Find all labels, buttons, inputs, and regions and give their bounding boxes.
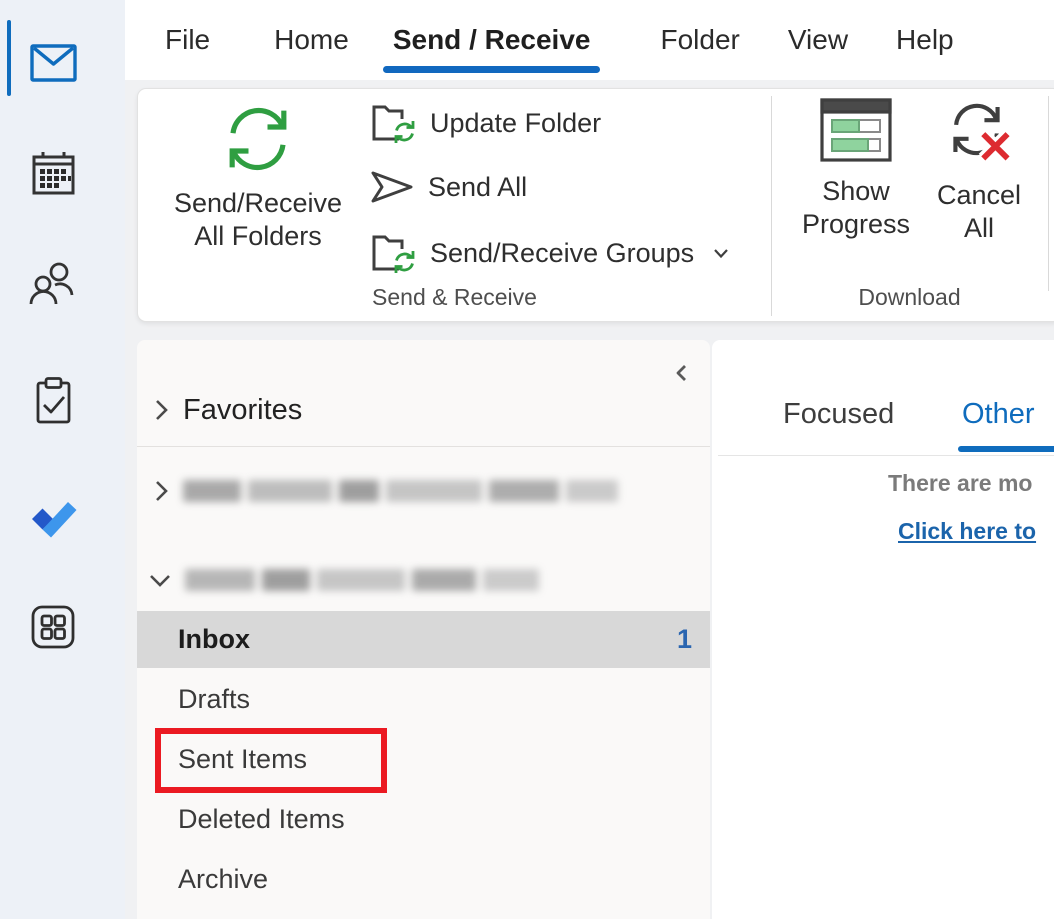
chevron-right-icon bbox=[151, 478, 171, 504]
mail-module-button[interactable] bbox=[28, 38, 78, 88]
folder-label: Sent Items bbox=[178, 744, 307, 775]
sync-arrows-green-icon bbox=[156, 99, 360, 179]
send-receive-groups-button[interactable]: Send/Receive Groups bbox=[368, 227, 730, 279]
progress-window-icon bbox=[776, 97, 936, 163]
button-label: Send/Receive Groups bbox=[430, 238, 694, 269]
group-label-send-receive: Send & Receive bbox=[138, 284, 771, 311]
tab-view[interactable]: View bbox=[788, 24, 848, 56]
people-icon bbox=[28, 258, 78, 308]
tab-other[interactable]: Other bbox=[962, 398, 1035, 431]
button-label: Update Folder bbox=[430, 108, 601, 139]
ribbon-group-divider bbox=[771, 96, 772, 316]
update-folder-button[interactable]: Update Folder bbox=[368, 97, 601, 149]
tab-help-label: Help bbox=[896, 24, 954, 55]
todo-module-button[interactable] bbox=[28, 488, 78, 538]
folder-item-drafts[interactable]: Drafts bbox=[137, 671, 710, 728]
sync-cancel-icon bbox=[916, 97, 1042, 167]
account-row-2[interactable] bbox=[137, 556, 710, 604]
folder-sync-icon bbox=[368, 99, 418, 147]
group-label-download: Download bbox=[771, 284, 1048, 311]
chevron-right-icon bbox=[151, 397, 171, 423]
tab-file[interactable]: File bbox=[165, 24, 210, 56]
redacted-account-name bbox=[185, 569, 539, 591]
button-label: Send/Receive bbox=[156, 187, 360, 220]
favorites-label: Favorites bbox=[183, 394, 302, 427]
app-rail bbox=[0, 0, 125, 919]
tab-send-receive[interactable]: Send / Receive bbox=[393, 24, 591, 56]
button-label: Cancel bbox=[916, 179, 1042, 212]
pane-divider bbox=[137, 446, 710, 447]
account-row-1[interactable] bbox=[137, 468, 710, 514]
active-tab-underline bbox=[958, 446, 1054, 452]
app-grid-icon bbox=[29, 603, 77, 651]
tab-home-label: Home bbox=[274, 24, 349, 55]
show-progress-button[interactable]: Show Progress bbox=[776, 97, 936, 241]
folder-sync-icon bbox=[368, 229, 418, 277]
mail-icon bbox=[30, 43, 77, 83]
button-label: All bbox=[916, 212, 1042, 245]
folder-label: Deleted Items bbox=[178, 804, 345, 835]
folder-item-inbox[interactable]: Inbox 1 bbox=[137, 611, 710, 668]
selected-module-indicator bbox=[7, 20, 11, 96]
folder-item-sent-items[interactable]: Sent Items bbox=[137, 731, 710, 788]
chevron-down-icon bbox=[147, 570, 173, 590]
folder-item-deleted-items[interactable]: Deleted Items bbox=[137, 791, 710, 848]
redacted-account-name bbox=[183, 480, 618, 502]
tasks-icon bbox=[30, 376, 77, 426]
tabs-separator bbox=[718, 455, 1054, 456]
tab-other-label: Other bbox=[962, 398, 1035, 430]
todo-icon bbox=[27, 487, 79, 539]
tab-focused[interactable]: Focused bbox=[783, 398, 894, 431]
button-label: All Folders bbox=[156, 220, 360, 253]
tab-focused-label: Focused bbox=[783, 398, 894, 430]
message-list-pane: Focused Other There are mo Click here to bbox=[712, 340, 1054, 919]
ribbon-panel: Send/Receive All Folders Update Folder S… bbox=[137, 88, 1054, 322]
chevron-left-icon bbox=[672, 362, 692, 384]
active-tab-underline bbox=[383, 66, 601, 73]
tab-home[interactable]: Home bbox=[274, 24, 349, 56]
send-plane-icon bbox=[368, 168, 416, 206]
tab-folder-label: Folder bbox=[660, 24, 739, 55]
tab-send-receive-label: Send / Receive bbox=[393, 24, 591, 55]
send-all-button[interactable]: Send All bbox=[368, 161, 527, 213]
folder-label: Archive bbox=[178, 864, 268, 895]
button-label: Send All bbox=[428, 172, 527, 203]
folder-label: Drafts bbox=[178, 684, 250, 715]
calendar-icon bbox=[30, 149, 77, 197]
tasks-module-button[interactable] bbox=[28, 376, 78, 426]
ribbon-tab-bar: File Home Send / Receive Folder View Hel… bbox=[125, 0, 1054, 80]
tab-file-label: File bbox=[165, 24, 210, 55]
favorites-section-header[interactable]: Favorites bbox=[137, 388, 710, 432]
button-label: Show bbox=[776, 175, 936, 208]
more-items-notice: There are mo bbox=[888, 470, 1032, 497]
send-receive-all-folders-button[interactable]: Send/Receive All Folders bbox=[156, 95, 360, 253]
tab-folder[interactable]: Folder bbox=[660, 24, 739, 56]
button-label: Progress bbox=[776, 208, 936, 241]
calendar-module-button[interactable] bbox=[28, 148, 78, 198]
folder-pane: Favorites Inbox 1 Drafts Sent Items Dele… bbox=[137, 340, 710, 919]
unread-count-badge: 1 bbox=[677, 624, 692, 655]
collapse-folder-pane-button[interactable] bbox=[672, 362, 692, 384]
chevron-down-icon bbox=[712, 246, 730, 260]
ribbon-group-divider bbox=[1048, 96, 1049, 291]
tab-help[interactable]: Help bbox=[896, 24, 954, 56]
tab-view-label: View bbox=[788, 24, 848, 55]
people-module-button[interactable] bbox=[28, 258, 78, 308]
more-apps-button[interactable] bbox=[28, 602, 78, 652]
folder-item-archive[interactable]: Archive bbox=[137, 851, 710, 908]
folder-label: Inbox bbox=[178, 624, 250, 655]
view-more-link[interactable]: Click here to bbox=[898, 518, 1036, 545]
cancel-all-button[interactable]: Cancel All bbox=[916, 97, 1042, 245]
